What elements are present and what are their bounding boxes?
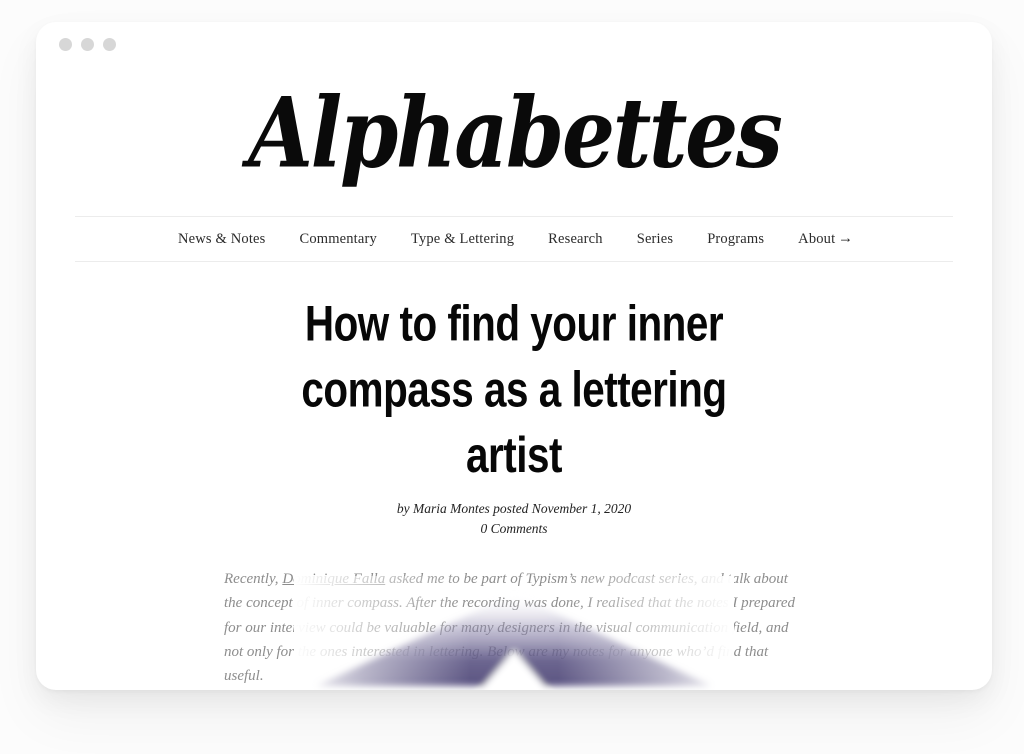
- nav-item-series[interactable]: Series: [637, 231, 673, 248]
- main-navigation: News & Notes Commentary Type & Lettering…: [75, 216, 953, 262]
- window-dot-green[interactable]: [103, 37, 116, 51]
- browser-window-card: Alphabettes News & Notes Commentary Type…: [36, 22, 992, 690]
- window-dot-red[interactable]: [59, 37, 72, 51]
- window-dot-yellow[interactable]: [81, 37, 94, 51]
- nav-item-commentary[interactable]: Commentary: [299, 231, 376, 248]
- intro-text-after-link: asked me to be part of Typism’s new podc…: [224, 570, 796, 685]
- window-titlebar: [36, 22, 992, 66]
- article: How to find your inner compass as a lett…: [36, 262, 992, 689]
- article-intro: Recently, Dominique Falla asked me to be…: [224, 567, 804, 689]
- byline-author-date: by Maria Montes posted November 1, 2020: [396, 500, 632, 516]
- nav-item-research[interactable]: Research: [548, 231, 603, 248]
- nav-item-programs[interactable]: Programs: [707, 231, 764, 248]
- site-logo-wrap: Alphabettes: [36, 66, 992, 216]
- intro-text-before-link: Recently,: [224, 570, 283, 587]
- nav-item-list: News & Notes Commentary Type & Lettering…: [178, 231, 835, 248]
- nav-item-news-notes[interactable]: News & Notes: [178, 231, 265, 248]
- intro-link-dominique-falla[interactable]: Dominique Falla: [282, 571, 385, 587]
- article-headline: How to find your inner compass as a lett…: [301, 294, 727, 483]
- arrow-right-icon[interactable]: →: [838, 231, 853, 247]
- article-byline: by Maria Montes posted November 1, 2020 …: [36, 499, 992, 540]
- comment-count[interactable]: 0 Comments: [36, 519, 992, 540]
- nav-item-about[interactable]: About: [798, 231, 835, 248]
- nav-item-type-lettering[interactable]: Type & Lettering: [411, 231, 514, 248]
- website-content: Alphabettes News & Notes Commentary Type…: [36, 66, 992, 690]
- site-logo[interactable]: Alphabettes: [248, 85, 783, 182]
